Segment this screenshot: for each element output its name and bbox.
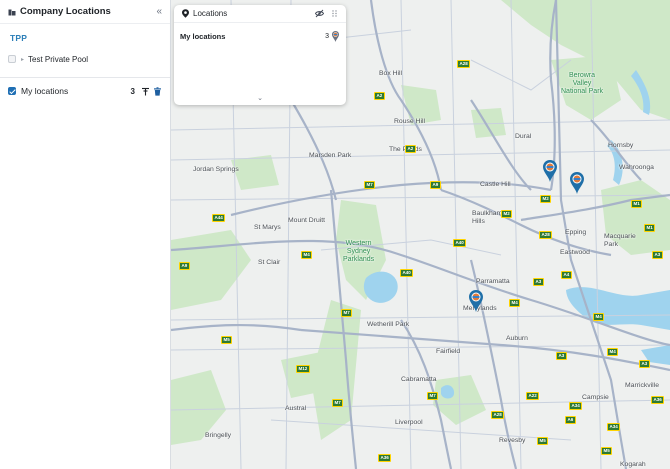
pool-label: Test Private Pool	[28, 54, 89, 64]
my-locations-checkbox[interactable]	[8, 87, 16, 95]
road-shield: M5	[601, 447, 613, 455]
place-campsie: Campsie	[582, 394, 609, 401]
sidebar: Company Locations « TPP ▸ Test Private P…	[0, 0, 171, 469]
road-shield: M2	[540, 195, 552, 203]
eye-off-icon[interactable]	[315, 9, 324, 18]
road-shield: A40	[400, 269, 414, 277]
pool-checkbox[interactable]	[8, 55, 16, 63]
road-shield: A3	[639, 360, 650, 368]
pool-item[interactable]: ▸ Test Private Pool	[0, 52, 170, 66]
place-macquarie-park: Macquarie Park	[604, 233, 636, 248]
place-eastwood: Eastwood	[560, 249, 590, 256]
road-shield: A36	[378, 454, 392, 462]
road-shield: A2	[374, 92, 385, 100]
trash-icon[interactable]	[153, 86, 162, 96]
road-shield: A9	[430, 181, 441, 189]
place-parramatta: Parramatta	[476, 278, 510, 285]
road-shield: A9	[179, 262, 190, 270]
place-auburn: Auburn	[506, 335, 528, 342]
place-st-clair: St Clair	[258, 259, 281, 266]
road-shield: A44	[212, 214, 226, 222]
collapse-sidebar-icon[interactable]: «	[156, 6, 162, 17]
place-epping: Epping	[565, 229, 587, 236]
road-shield: A3	[533, 278, 544, 286]
location-pin-marker[interactable]	[469, 290, 483, 312]
road-shield: A28	[539, 231, 553, 239]
road-shield: M5	[221, 336, 233, 344]
road-shield: A34	[607, 423, 621, 431]
my-locations-label: My locations	[21, 86, 69, 96]
road-shield: M4	[593, 313, 605, 321]
road-shield: M4	[301, 251, 313, 259]
sidebar-title: Company Locations	[20, 6, 111, 17]
place-mount-druitt: Mount Druitt	[288, 217, 326, 224]
place-castle-hill: Castle Hill	[480, 181, 511, 188]
place-revesby: Revesby	[499, 437, 526, 444]
place-rouse-hill: Rouse Hill	[394, 118, 425, 125]
road-shield: M2	[501, 210, 513, 218]
place-liverpool: Liverpool	[395, 419, 423, 426]
my-locations-item[interactable]: My locations 3	[0, 84, 170, 98]
road-shield: M7	[332, 399, 344, 407]
place-western-sydney: Western Sydney Parklands	[343, 240, 375, 263]
locations-panel: Locations My locations 3 ⌄	[174, 5, 346, 105]
place-marrickville: Marrickville	[625, 382, 659, 389]
place-wetherill-park: Wetherill Park	[367, 321, 410, 328]
road-shield: A2	[405, 145, 416, 153]
place-box-hill: Box Hill	[379, 70, 403, 77]
road-shield: M4	[509, 299, 521, 307]
road-shield: A4	[561, 271, 572, 279]
panel-my-locations-row[interactable]: My locations 3	[174, 31, 346, 42]
map-pin-icon	[182, 9, 189, 18]
building-icon	[8, 9, 16, 15]
road-shield: M1	[631, 200, 643, 208]
place-wahroonga: Wahroonga	[619, 164, 654, 171]
place-austral: Austral	[285, 405, 307, 412]
road-shield: A28	[457, 60, 471, 68]
place-fairfield: Fairfield	[436, 348, 461, 355]
location-pin-icon	[332, 31, 339, 42]
filter-icon[interactable]	[141, 87, 150, 96]
place-cabramatta: Cabramatta	[401, 376, 437, 383]
place-kogarah: Kogarah	[620, 461, 646, 468]
road-shield: A6	[565, 416, 576, 424]
divider	[0, 77, 170, 78]
locations-panel-title: Locations	[193, 9, 228, 18]
group-label-tpp: TPP	[10, 33, 28, 43]
road-shield: M4	[607, 348, 619, 356]
place-hornsby: Hornsby	[608, 142, 634, 149]
road-shield: M7	[427, 392, 439, 400]
road-shield: A28	[491, 411, 505, 419]
road-shield: M5	[537, 437, 549, 445]
place-st-marys: St Marys	[254, 224, 281, 231]
chevron-right-icon[interactable]: ▸	[21, 56, 24, 63]
road-shield: A22	[526, 392, 540, 400]
road-shield: A40	[453, 239, 467, 247]
location-pin-marker[interactable]	[570, 172, 584, 194]
place-marsden-park: Marsden Park	[309, 152, 352, 159]
panel-my-locations-label: My locations	[180, 32, 226, 41]
place-dural: Dural	[515, 133, 532, 140]
road-shield: M7	[341, 309, 353, 317]
drag-handle-icon[interactable]	[330, 9, 339, 18]
road-shield: A3	[652, 251, 663, 259]
place-baulkham-hills: Baulkham Hills	[472, 210, 503, 225]
panel-my-locations-count: 3	[325, 33, 329, 40]
road-shield: M1	[644, 224, 656, 232]
place-berowra: Berowra Valley National Park	[561, 72, 604, 95]
expand-panel-icon[interactable]: ⌄	[174, 94, 346, 102]
road-shield: M7	[364, 181, 376, 189]
locations-panel-header: Locations	[174, 5, 346, 23]
road-shield: M12	[296, 365, 310, 373]
place-jordan-springs: Jordan Springs	[193, 166, 239, 173]
sidebar-header: Company Locations «	[0, 0, 170, 24]
place-bringelly: Bringelly	[205, 432, 232, 439]
my-locations-count: 3	[130, 86, 135, 96]
road-shield: A34	[569, 402, 583, 410]
location-pin-marker[interactable]	[543, 160, 557, 182]
road-shield: A3	[556, 352, 567, 360]
road-shield: A36	[651, 396, 665, 404]
